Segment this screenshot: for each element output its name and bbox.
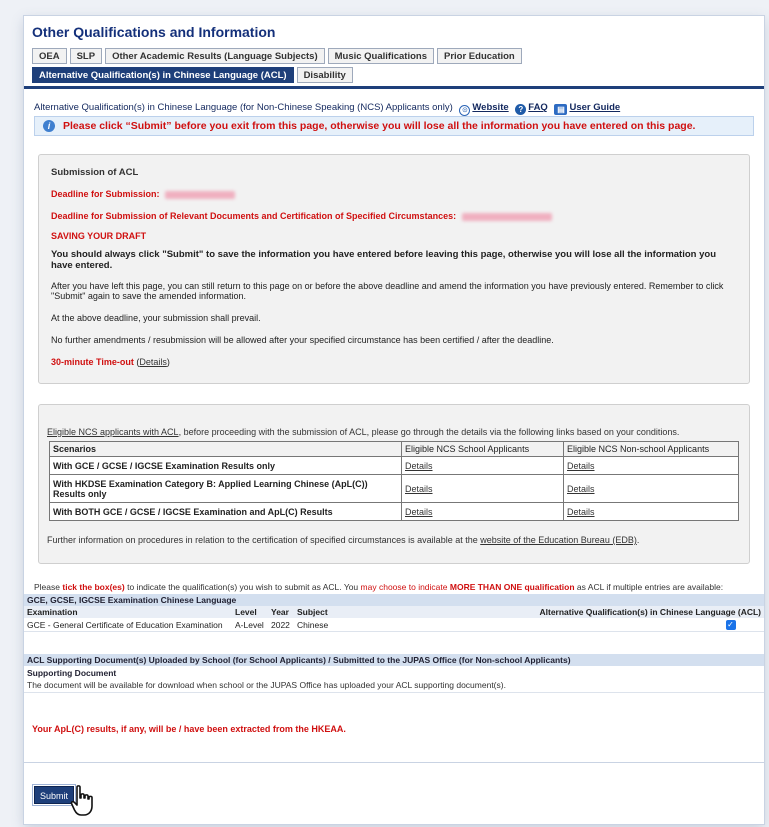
return-text: After you have left this page, you can s… — [51, 281, 724, 301]
nonschool-details-link[interactable]: Details — [567, 507, 595, 517]
tab-bar: OEA SLP Other Academic Results (Language… — [32, 48, 762, 83]
tab-other-academic-results[interactable]: Other Academic Results (Language Subject… — [105, 48, 325, 64]
page-title: Other Qualifications and Information — [32, 24, 276, 40]
table-row: With BOTH GCE / GCSE / IGCSE Examination… — [49, 502, 739, 521]
acl-header: Alternative Qualification(s) in Chinese … — [520, 606, 764, 618]
section-heading: Alternative Qualification(s) in Chinese … — [34, 102, 620, 116]
deadline-docs-value-redacted — [461, 212, 552, 221]
tab-music-qualifications[interactable]: Music Qualifications — [327, 48, 434, 64]
tick-note-emphasis: tick the box(es) — [62, 582, 125, 592]
year-header: Year — [268, 606, 294, 618]
scenario-cell: With GCE / GCSE / IGCSE Examination Resu… — [49, 456, 402, 475]
divider — [24, 692, 764, 693]
scenario-cell: With BOTH GCE / GCSE / IGCSE Examination… — [49, 502, 402, 521]
tab-acl[interactable]: Alternative Qualification(s) in Chinese … — [32, 67, 294, 83]
warning-text: Please click “Submit” before you exit fr… — [63, 120, 696, 132]
scenarios-header: Scenarios — [49, 441, 402, 457]
qualification-bar: GCE, GCSE, IGCSE Examination Chinese Lan… — [24, 594, 764, 606]
table-row: With GCE / GCSE / IGCSE Examination Resu… — [49, 456, 739, 475]
question-icon: ? — [515, 104, 527, 115]
nonschool-header: Eligible NCS Non-school Applicants — [563, 441, 739, 457]
info-icon: i — [43, 120, 55, 132]
eligibility-footer: Further information on procedures in rel… — [47, 535, 640, 545]
school-details-link[interactable]: Details — [405, 484, 433, 494]
tick-note-more: MORE THAN ONE qualification — [449, 582, 575, 592]
tab-disability[interactable]: Disability — [296, 67, 353, 83]
apl-note: Your ApL(C) results, if any, will be / h… — [32, 724, 346, 734]
school-details-link[interactable]: Details — [405, 507, 433, 517]
deadline-docs-row: Deadline for Submission of Relevant Docu… — [51, 211, 739, 221]
scenario-cell: With HKDSE Examination Category B: Appli… — [49, 474, 402, 503]
website-link[interactable]: Website — [472, 102, 508, 113]
tab-prior-education[interactable]: Prior Education — [437, 48, 522, 64]
qualification-table: Examination Level Year Subject Alternati… — [24, 606, 764, 632]
section-heading-text: Alternative Qualification(s) in Chinese … — [34, 102, 453, 113]
tab-oea[interactable]: OEA — [32, 48, 67, 64]
subject-header: Subject — [294, 606, 520, 618]
exam-header: Examination — [24, 606, 232, 618]
table-row: With HKDSE Examination Category B: Appli… — [49, 474, 739, 503]
school-header: Eligible NCS School Applicants — [401, 441, 564, 457]
table-row: GCE - General Certificate of Education E… — [24, 618, 764, 632]
support-text: The document will be available for downl… — [27, 680, 506, 690]
user-guide-link[interactable]: User Guide — [569, 102, 620, 113]
saving-bold-text: You should always click "Submit" to save… — [51, 249, 716, 271]
book-icon: ▤ — [554, 104, 568, 115]
timeout-label: 30-minute Time-out — [51, 357, 134, 367]
eligibility-footer-text: Further information on procedures in rel… — [47, 535, 478, 545]
tick-note-suffix: as ACL if multiple entries are available… — [576, 582, 724, 592]
no-amend-text: No further amendments / resubmission wil… — [51, 335, 554, 345]
faq-link[interactable]: FAQ — [528, 102, 548, 113]
saving-heading: SAVING YOUR DRAFT — [51, 231, 147, 241]
level-cell: A-Level — [232, 618, 268, 632]
qualification-header-row: Examination Level Year Subject Alternati… — [24, 606, 764, 618]
edb-website-link[interactable]: website of the Education Bureau (EDB) — [480, 535, 637, 545]
eligibility-box: Eligible NCS applicants with ACL, before… — [38, 404, 750, 564]
subject-cell: Chinese — [294, 618, 520, 632]
globe-icon: ☉ — [459, 105, 471, 116]
main-frame: Other Qualifications and Information OEA… — [24, 16, 764, 824]
warning-banner: i Please click “Submit” before you exit … — [34, 116, 754, 136]
timeout-row: 30-minute Time-out (Details) — [51, 357, 170, 367]
tick-instruction: Please tick the box(es) to indicate the … — [34, 582, 723, 592]
acl-checkbox[interactable]: ✓ — [725, 620, 736, 630]
prevail-text: At the above deadline, your submission s… — [51, 313, 261, 323]
hand-cursor-icon — [70, 785, 93, 816]
nonschool-details-link[interactable]: Details — [567, 461, 595, 471]
deadline-row: Deadline for Submission: — [51, 189, 739, 199]
eligibility-intro: Eligible NCS applicants with ACL, before… — [47, 427, 679, 437]
scenarios-header-row: Scenarios Eligible NCS School Applicants… — [49, 441, 739, 457]
tick-note-mid: to indicate the qualification(s) you wis… — [127, 582, 359, 592]
tick-note-may: may choose to indicate — [360, 582, 448, 592]
deadline-label: Deadline for Submission: — [51, 189, 160, 199]
submission-title: Submission of ACL — [51, 167, 139, 178]
scenarios-table: Scenarios Eligible NCS School Applicants… — [49, 441, 739, 521]
tab-slp[interactable]: SLP — [69, 48, 103, 64]
nonschool-details-link[interactable]: Details — [567, 484, 595, 494]
timeout-details-link[interactable]: Details — [139, 357, 167, 367]
school-details-link[interactable]: Details — [405, 461, 433, 471]
support-bar: ACL Supporting Document(s) Uploaded by S… — [24, 654, 764, 666]
tick-note-prefix: Please — [34, 582, 60, 592]
support-heading: Supporting Document — [27, 668, 117, 678]
exam-cell: GCE - General Certificate of Education E… — [24, 618, 232, 632]
tab-divider — [24, 86, 764, 89]
submission-info-box: Submission of ACL Deadline for Submissio… — [38, 154, 750, 384]
deadline-docs-label: Deadline for Submission of Relevant Docu… — [51, 211, 457, 221]
divider — [24, 762, 764, 763]
level-header: Level — [232, 606, 268, 618]
year-cell: 2022 — [268, 618, 294, 632]
deadline-value-redacted — [165, 190, 236, 199]
eligibility-intro-text: , before proceeding with the submission … — [178, 427, 680, 437]
eligible-ncs-link[interactable]: Eligible NCS applicants with ACL — [47, 427, 179, 437]
